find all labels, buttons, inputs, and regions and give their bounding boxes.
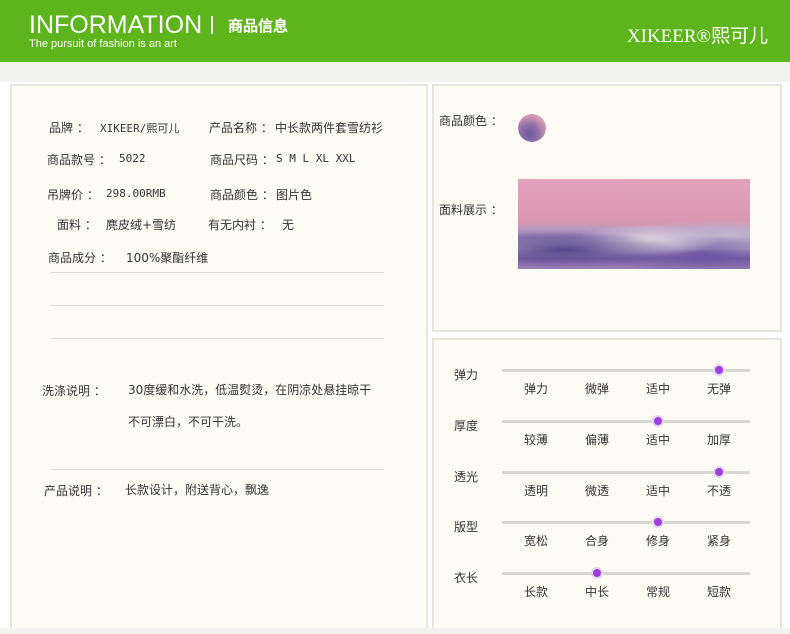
fabric-value: 麂皮绒+雪纺: [106, 218, 177, 232]
rating-option: 不透: [706, 484, 731, 498]
header-bar: INFORMATION The pursuit of fashion is an…: [0, 0, 790, 62]
header-subtitle: The pursuit of fashion is an art: [29, 38, 177, 50]
rating-option: 适中: [645, 484, 670, 498]
rating-option: 修身: [645, 534, 670, 548]
rating-option: 较薄: [523, 433, 548, 447]
rating-option: 中长: [584, 585, 609, 599]
header-gap: [0, 62, 790, 82]
product-name-value: 中长款两件套雪纺衫: [275, 121, 384, 135]
rating-option: 适中: [645, 382, 670, 396]
rating-option: 适中: [645, 433, 670, 447]
rating-track: [502, 572, 750, 575]
rating-option: 偏薄: [584, 433, 609, 447]
rating-track: [502, 521, 750, 524]
divider: [50, 469, 384, 470]
rating-option: 微弹: [584, 382, 609, 396]
product-name-label: 产品名称 ：: [209, 121, 273, 135]
rating-option: 常规: [645, 585, 670, 599]
header-divider: [211, 16, 213, 34]
rating-option: 长款: [523, 585, 548, 599]
rating-indicator: [591, 567, 603, 579]
wash-instructions-line2: 不可漂白，不可干洗。: [128, 415, 249, 429]
swatch-fabric-label: 面料展示 ：: [439, 203, 503, 217]
price-value: 298.00RMB: [106, 187, 166, 200]
style-number-value: 5022: [119, 152, 146, 165]
rating-option: 紧身: [706, 534, 731, 548]
divider: [50, 305, 384, 306]
rating-track: [502, 420, 750, 423]
wash-instructions-line1: 30度缓和水洗，低温熨烫，在阴凉处悬挂晾干: [128, 383, 372, 397]
rating-indicator: [713, 364, 725, 376]
size-label: 商品尺码 ：: [210, 153, 274, 167]
lining-value: 无: [282, 218, 295, 232]
rating-option: 弹力: [523, 382, 548, 396]
rating-label: 弹力: [454, 368, 479, 382]
style-number-label: 商品款号 ：: [47, 153, 111, 167]
divider: [50, 272, 384, 273]
composition-label: 商品成分 ：: [48, 251, 112, 265]
description-label: 产品说明 ：: [44, 484, 108, 498]
size-value: S M L XL XXL: [276, 152, 356, 165]
rating-option: 无弹: [706, 382, 731, 396]
rating-indicator: [713, 466, 725, 478]
rating-label: 厚度: [454, 419, 479, 433]
header-title: INFORMATION: [29, 11, 203, 39]
rating-option: 加厚: [706, 433, 731, 447]
composition-value: 100%聚酯纤维: [126, 251, 209, 265]
color-label: 商品颜色 ：: [210, 188, 274, 202]
rating-label: 衣长: [454, 571, 479, 585]
rating-option: 宽松: [523, 534, 548, 548]
rating-label: 透光: [454, 470, 479, 484]
wash-label: 洗涤说明 ：: [42, 384, 106, 398]
lining-label: 有无内衬 ：: [208, 218, 272, 232]
description-value: 长款设计，附送背心，飘逸: [125, 483, 270, 497]
brand-logo: XIKEER®熙可儿: [626, 26, 768, 47]
divider: [50, 338, 384, 339]
rating-indicator: [652, 415, 664, 427]
rating-option: 短款: [706, 585, 731, 599]
color-value: 图片色: [276, 188, 313, 202]
swatch-color-label: 商品颜色 ：: [439, 114, 503, 128]
rating-label: 版型: [454, 520, 479, 534]
rating-option: 微透: [584, 484, 609, 498]
brand-value: XIKEER/熙可儿: [100, 122, 180, 135]
fabric-label: 面料 ：: [57, 218, 97, 232]
rating-option: 合身: [584, 534, 609, 548]
fabric-image: [518, 179, 750, 269]
price-label: 吊牌价 ：: [47, 188, 99, 202]
rating-indicator: [652, 516, 664, 528]
brand-label: 品牌 ：: [49, 121, 89, 135]
header-section-title: 商品信息: [228, 17, 289, 35]
footer-gap: [0, 628, 790, 634]
rating-option: 透明: [523, 484, 548, 498]
color-swatch: [518, 114, 546, 142]
